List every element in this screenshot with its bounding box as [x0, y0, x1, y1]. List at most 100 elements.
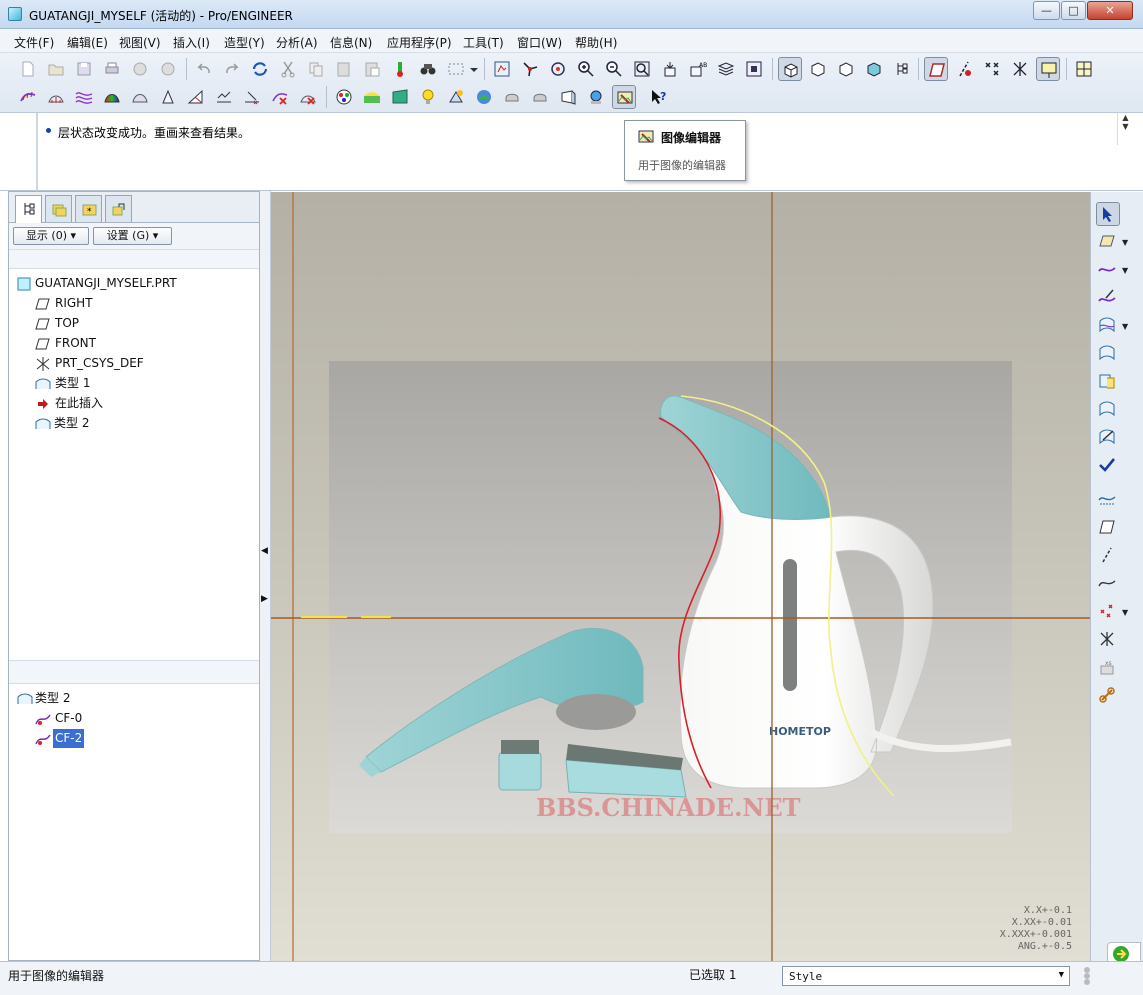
surface-analysis-icon[interactable]	[44, 85, 68, 109]
maximize-button[interactable]: □	[1061, 1, 1086, 20]
datum-curve-tool-icon[interactable]	[1096, 572, 1120, 596]
shade-analysis-icon[interactable]	[184, 85, 208, 109]
filter-select[interactable]: Style ▼	[782, 966, 1070, 986]
menu-analysis[interactable]: 分析(A)	[276, 34, 318, 51]
cut-icon[interactable]	[276, 57, 300, 81]
render-window-icon[interactable]	[472, 85, 496, 109]
datum-plane-display-icon[interactable]	[924, 57, 948, 81]
selection-box-icon[interactable]	[444, 57, 468, 81]
new-file-icon[interactable]	[16, 57, 40, 81]
panel-splitter[interactable]: ◀ ▶	[260, 191, 271, 961]
redo-icon[interactable]	[220, 57, 244, 81]
close-button[interactable]: ✕	[1087, 1, 1133, 20]
datum-axis-display-icon[interactable]	[952, 57, 976, 81]
create-curve-icon[interactable]	[1096, 258, 1120, 282]
layers-icon[interactable]	[714, 57, 738, 81]
done-checkmark-icon[interactable]	[1096, 454, 1120, 478]
menu-applications[interactable]: 应用程序(P)	[387, 34, 452, 51]
zoom-out-icon[interactable]	[602, 57, 626, 81]
reflection-analysis-icon[interactable]	[72, 85, 96, 109]
select-arrow-icon[interactable]	[1096, 202, 1120, 226]
set-active-plane-icon[interactable]	[1096, 230, 1120, 254]
view-normal-icon[interactable]	[658, 57, 682, 81]
curvature-tool-icon[interactable]	[240, 85, 264, 109]
datum-point-tool-icon[interactable]	[1096, 600, 1120, 624]
menu-edit[interactable]: 编辑(E)	[67, 34, 108, 51]
tab-favorites[interactable]: *	[75, 195, 102, 222]
refit-view-icon[interactable]	[490, 57, 514, 81]
paste-icon[interactable]	[332, 57, 356, 81]
tab-model-tree[interactable]	[15, 195, 42, 223]
save-icon[interactable]	[72, 57, 96, 81]
chain-link-icon[interactable]	[1096, 684, 1120, 708]
create-surface-icon[interactable]	[1096, 314, 1120, 338]
scene-editor-icon[interactable]	[360, 85, 384, 109]
image-editor-icon[interactable]	[612, 85, 636, 109]
zoom-in-icon[interactable]	[574, 57, 598, 81]
menu-file[interactable]: 文件(F)	[14, 34, 54, 51]
room-editor-icon[interactable]	[388, 85, 412, 109]
chevron-down-icon[interactable]: ▼	[1122, 322, 1128, 331]
slope-analysis-icon[interactable]	[128, 85, 152, 109]
hidden-line-icon[interactable]	[806, 57, 830, 81]
selection-dropdown-chevron-down-icon[interactable]	[466, 57, 480, 81]
shaded-icon[interactable]	[862, 57, 886, 81]
curve-analysis-icon[interactable]	[16, 85, 40, 109]
chevron-down-icon[interactable]: ▼	[1122, 608, 1128, 617]
menu-tools[interactable]: 工具(T)	[463, 34, 504, 51]
surface-connect-icon[interactable]	[1096, 342, 1120, 366]
graphics-window[interactable]: HOMETOP BBS.CHINADE.NET X.X+-0.1 X.XX+-0…	[271, 192, 1090, 961]
expand-right-icon[interactable]: ▶	[261, 594, 268, 604]
zoom-window-icon[interactable]	[630, 57, 654, 81]
datum-plane-tool-icon[interactable]	[1096, 516, 1120, 540]
orient-mode-icon[interactable]	[546, 57, 570, 81]
model-canvas[interactable]: HOMETOP BBS.CHINADE.NET	[271, 192, 1090, 961]
effects-icon[interactable]	[444, 85, 468, 109]
analysis-feature-icon[interactable]: xs	[1096, 656, 1120, 680]
no-hidden-icon[interactable]	[834, 57, 858, 81]
dihedral-analysis-icon[interactable]	[212, 85, 236, 109]
copy-icon[interactable]	[304, 57, 328, 81]
menu-insert[interactable]: 插入(I)	[173, 34, 210, 51]
undo-icon[interactable]	[192, 57, 216, 81]
send-link-icon[interactable]	[156, 57, 180, 81]
delete-all-analysis-icon[interactable]	[296, 85, 320, 109]
menu-window[interactable]: 窗口(W)	[517, 34, 562, 51]
tab-folder-browser[interactable]	[45, 195, 72, 222]
perspective-view-icon[interactable]	[556, 85, 580, 109]
render-setup-icon[interactable]	[528, 85, 552, 109]
edit-curve-icon[interactable]	[1096, 286, 1120, 310]
curvature-analysis-icon[interactable]	[1096, 488, 1120, 512]
menu-info[interactable]: 信息(N)	[330, 34, 372, 51]
surface-edit-icon[interactable]	[1096, 398, 1120, 422]
surface-trim-icon[interactable]	[1096, 370, 1120, 394]
regenerate-icon[interactable]	[248, 57, 272, 81]
grid-icon[interactable]	[1072, 57, 1096, 81]
camera-icon[interactable]	[584, 85, 608, 109]
open-folder-icon[interactable]	[44, 57, 68, 81]
offset-analysis-icon[interactable]	[156, 85, 180, 109]
paste-special-icon[interactable]	[360, 57, 384, 81]
datum-point-display-icon[interactable]	[980, 57, 1004, 81]
print-icon[interactable]	[100, 57, 124, 81]
tab-connections[interactable]	[105, 195, 132, 222]
model-tree-toggle-icon[interactable]	[890, 57, 914, 81]
find-binoculars-icon[interactable]	[416, 57, 440, 81]
curve-from-surface-icon[interactable]	[1096, 426, 1120, 450]
menu-help[interactable]: 帮助(H)	[575, 34, 617, 51]
view-manager-icon[interactable]	[742, 57, 766, 81]
annotation-display-icon[interactable]	[1036, 57, 1060, 81]
minimize-button[interactable]: —	[1033, 1, 1060, 20]
chevron-down-icon[interactable]: ▼	[1122, 238, 1128, 247]
menu-style[interactable]: 造型(Y)	[224, 34, 265, 51]
context-help-icon[interactable]: ?	[646, 85, 670, 109]
datum-axis-tool-icon[interactable]	[1096, 544, 1120, 568]
collapse-left-icon[interactable]: ◀	[261, 546, 268, 556]
menu-view[interactable]: 视图(V)	[119, 34, 161, 51]
message-scrollbar[interactable]: ▲ ▼	[1117, 113, 1133, 145]
csys-tool-icon[interactable]	[1096, 628, 1120, 652]
show-dropdown[interactable]: 显示 (0) ▾	[13, 227, 89, 245]
model-player-icon[interactable]	[388, 57, 412, 81]
settings-dropdown[interactable]: 设置 (G) ▾	[93, 227, 172, 245]
appearance-gallery-icon[interactable]	[332, 85, 356, 109]
